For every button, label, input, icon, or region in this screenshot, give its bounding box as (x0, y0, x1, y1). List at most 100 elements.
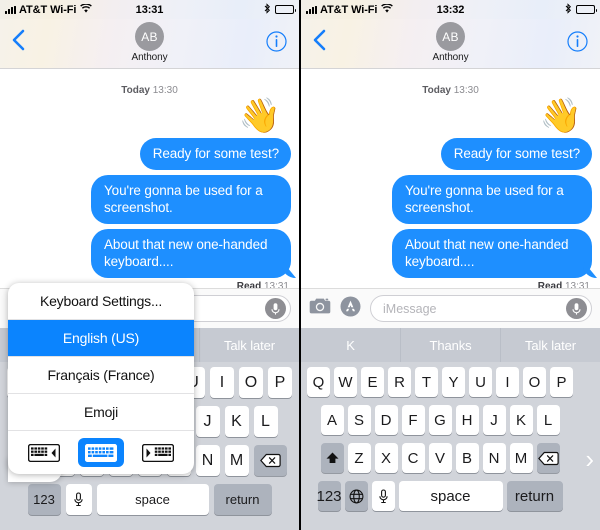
key-l[interactable]: L (253, 406, 278, 437)
suggestion-item[interactable]: Talk later (199, 328, 299, 362)
key-y[interactable]: Y (442, 367, 465, 397)
key-k[interactable]: K (224, 406, 249, 437)
key-e[interactable]: E (361, 367, 384, 397)
numbers-key[interactable]: 123 (316, 481, 342, 511)
popup-item-keyboard-settings[interactable]: Keyboard Settings... (8, 283, 194, 320)
read-receipt-label: Read (537, 281, 563, 288)
key-m[interactable]: M (224, 445, 249, 476)
on-screen-keyboard-one-handed[interactable]: K Thanks Talk later Q W E R T Y U I O P (301, 328, 600, 530)
emoji-message-row: 👋 (8, 99, 291, 133)
message-bubble[interactable]: You're gonna be used for a screenshot. (91, 175, 291, 224)
key-c[interactable]: C (401, 443, 425, 473)
day-timestamp: Today 13:30 (309, 85, 592, 96)
phone-screen-right: AT&T Wi-Fi 13:32 AB Anthony Today 13:30 … (301, 0, 600, 530)
navigation-bar: AB Anthony (0, 19, 299, 69)
space-key[interactable]: space (96, 484, 209, 515)
popup-item-francais-france[interactable]: Français (France) (8, 357, 194, 394)
app-store-icon[interactable] (340, 296, 361, 322)
message-row[interactable]: You're gonna be used for a screenshot. (309, 175, 592, 224)
key-k[interactable]: K (509, 405, 533, 435)
key-b[interactable]: B (455, 443, 479, 473)
popup-item-emoji[interactable]: Emoji (8, 394, 194, 431)
message-bubble[interactable]: About that new one-handed keyboard.... (392, 229, 592, 278)
key-o[interactable]: O (523, 367, 546, 397)
keyboard-full-icon[interactable] (77, 438, 124, 467)
message-bubble[interactable]: Ready for some test? (440, 138, 592, 170)
popup-item-english-us[interactable]: English (US) (8, 320, 194, 357)
keyboard-row-1: Q W E R T Y U I O P (303, 367, 577, 397)
message-row[interactable]: You're gonna be used for a screenshot. (8, 175, 291, 224)
key-z[interactable]: Z (347, 443, 371, 473)
space-key[interactable]: space (398, 481, 503, 511)
keyboard-row-4: 123 space return (303, 481, 577, 511)
message-bubble[interactable]: Ready for some test? (139, 138, 291, 170)
keyboard-right-icon[interactable] (135, 438, 181, 467)
return-key[interactable]: return (506, 481, 563, 511)
numbers-key[interactable]: 123 (27, 484, 61, 515)
key-f[interactable]: F (401, 405, 425, 435)
suggestion-item[interactable]: K (301, 328, 400, 362)
message-row[interactable]: Ready for some test? (309, 138, 592, 170)
key-s[interactable]: S (347, 405, 371, 435)
quicktype-suggestion-bar[interactable]: K Thanks Talk later (301, 328, 600, 362)
keyboard-row-4: 123 space return (2, 484, 297, 515)
return-key[interactable]: return (213, 484, 272, 515)
status-bar-clock: 13:31 (135, 3, 164, 16)
keyboard-left-icon[interactable] (21, 438, 67, 467)
key-t[interactable]: T (415, 367, 438, 397)
navigation-bar: AB Anthony (301, 19, 600, 69)
key-w[interactable]: W (334, 367, 357, 397)
suggestion-item[interactable]: Thanks (400, 328, 500, 362)
read-receipt: Read 13:31 (309, 281, 592, 288)
contact-name: Anthony (432, 52, 469, 63)
key-r[interactable]: R (388, 367, 411, 397)
microphone-icon[interactable] (265, 298, 286, 319)
camera-icon[interactable] (309, 297, 331, 320)
contact-header[interactable]: AB Anthony (0, 22, 299, 63)
dictation-key[interactable] (65, 484, 92, 515)
suggestion-item[interactable]: Talk later (500, 328, 600, 362)
message-row[interactable]: About that new one-handed keyboard.... (8, 229, 291, 278)
conversation-area[interactable]: Today 13:30 👋 Ready for some test? You'r… (301, 69, 600, 288)
key-g[interactable]: G (428, 405, 452, 435)
key-x[interactable]: X (374, 443, 398, 473)
conversation-area[interactable]: Today 13:30 👋 Ready for some test? You'r… (0, 69, 299, 288)
key-i[interactable]: I (496, 367, 519, 397)
key-a[interactable]: A (320, 405, 344, 435)
shift-arrow-icon[interactable] (320, 443, 344, 473)
key-j[interactable]: J (195, 406, 220, 437)
imessage-input[interactable]: iMessage (370, 295, 592, 322)
contact-header[interactable]: AB Anthony (301, 22, 600, 63)
message-bubble[interactable]: You're gonna be used for a screenshot. (392, 175, 592, 224)
key-n[interactable]: N (195, 445, 220, 476)
waving-hand-emoji: 👋 (238, 97, 281, 135)
info-icon[interactable] (567, 31, 588, 57)
key-i[interactable]: I (210, 367, 234, 398)
keyboard-layout-modes (8, 431, 194, 474)
key-q[interactable]: Q (307, 367, 330, 397)
key-p[interactable]: P (268, 367, 292, 398)
message-row[interactable]: About that new one-handed keyboard.... (309, 229, 592, 278)
key-l[interactable]: L (536, 405, 560, 435)
key-o[interactable]: O (239, 367, 263, 398)
globe-icon[interactable] (344, 481, 368, 511)
info-icon[interactable] (266, 31, 287, 57)
backspace-icon[interactable] (536, 443, 560, 473)
key-h[interactable]: H (455, 405, 479, 435)
message-row[interactable]: Ready for some test? (8, 138, 291, 170)
message-input-bar: iMessage (301, 288, 600, 328)
key-j[interactable]: J (482, 405, 506, 435)
key-v[interactable]: V (428, 443, 452, 473)
key-p[interactable]: P (550, 367, 573, 397)
key-m[interactable]: M (509, 443, 533, 473)
backspace-icon[interactable] (253, 445, 287, 476)
key-u[interactable]: U (469, 367, 492, 397)
key-n[interactable]: N (482, 443, 506, 473)
dictation-key[interactable] (371, 481, 395, 511)
microphone-icon[interactable] (566, 298, 587, 319)
keyboard-switcher-popup[interactable]: Keyboard Settings... English (US) França… (8, 283, 194, 474)
key-d[interactable]: D (374, 405, 398, 435)
message-bubble[interactable]: About that new one-handed keyboard.... (91, 229, 291, 278)
chevron-right-icon[interactable]: › (585, 446, 594, 472)
battery-icon (275, 5, 296, 14)
